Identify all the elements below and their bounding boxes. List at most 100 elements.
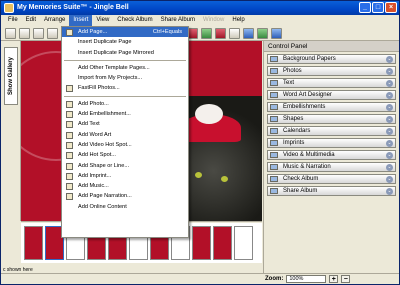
menu-add-video-hot-spot[interactable]: Add Video Hot Spot...	[62, 140, 188, 150]
menu-insert-duplicate-page[interactable]: Insert Duplicate Page	[62, 37, 188, 47]
chevron-down-icon: ⌄	[386, 55, 393, 63]
imprint-icon	[66, 172, 73, 180]
menu-add-text[interactable]: Add Text	[62, 119, 188, 129]
menu-item-label: Add Page Narration...	[78, 193, 132, 200]
menu-fastfill-photos[interactable]: FastFill Photos...	[62, 83, 188, 93]
new-icon[interactable]	[5, 27, 16, 39]
menu-add-photo[interactable]: Add Photo...	[62, 99, 188, 109]
chevron-down-icon: ⌄	[386, 175, 393, 183]
panel-background-papers[interactable]: Background Papers ⌄	[267, 54, 396, 64]
imprints-icon	[270, 140, 278, 146]
panel-item-label: Calendars	[283, 128, 311, 134]
menu-window[interactable]: Window	[199, 15, 228, 26]
panel-word-art-designer[interactable]: Word Art Designer ⌄	[267, 90, 396, 100]
photo-icon	[66, 100, 73, 108]
panel-check-album[interactable]: Check Album ⌄	[267, 174, 396, 184]
zoom-in-button[interactable]: +	[329, 274, 339, 283]
embellishment-icon	[66, 111, 73, 119]
menu-add-hot-spot[interactable]: Add Hot Spot...	[62, 150, 188, 160]
menu-item-label: Add Photo...	[78, 100, 109, 107]
close-button[interactable]: ×	[385, 2, 397, 13]
control-panel: Control Panel Background Papers ⌄ Photos ⌄…	[263, 41, 399, 273]
menu-help[interactable]: Help	[228, 15, 248, 26]
menu-edit[interactable]: Edit	[22, 15, 40, 26]
panel-imprints[interactable]: Imprints ⌄	[267, 138, 396, 148]
preview-icon[interactable]	[243, 27, 254, 39]
panel-item-label: Video & Multimedia	[283, 152, 335, 158]
zoom-control: Zoom: 100% + −	[265, 273, 399, 284]
chevron-down-icon: ⌄	[386, 67, 393, 75]
menu-add-other-template-pages[interactable]: Add Other Template Pages...	[62, 63, 188, 73]
panel-text[interactable]: Text ⌄	[267, 78, 396, 88]
minimize-button[interactable]: _	[359, 2, 371, 13]
crop-icon[interactable]	[229, 27, 240, 39]
show-gallery-tab[interactable]: Show Gallery	[4, 47, 18, 105]
save-icon[interactable]	[33, 27, 44, 39]
insert-menu: Add Page... Ctrl+Equals Insert Duplicate …	[61, 26, 189, 238]
panel-video-multimedia[interactable]: Video & Multimedia ⌄	[267, 150, 396, 160]
maximize-button[interactable]: □	[372, 2, 384, 13]
gallery-sidebar: Show Gallery	[1, 41, 21, 221]
menu-add-online-content[interactable]: Add Online Content	[62, 202, 188, 212]
menu-item-label: Insert Duplicate Page	[78, 39, 132, 46]
embellish-tool-icon[interactable]	[215, 27, 226, 39]
app-window: My Memories Suite™ - Jingle Bell _ □ × F…	[0, 0, 400, 285]
panel-item-label: Check Album	[283, 176, 319, 182]
menu-item-label: Add Word Art	[78, 131, 112, 138]
panel-item-label: Text	[283, 80, 295, 86]
add-page-icon	[66, 29, 73, 36]
panel-item-label: Embellishments	[283, 104, 326, 110]
menu-add-word-art[interactable]: Add Word Art	[62, 130, 188, 140]
window-title: My Memories Suite™ - Jingle Bell	[17, 4, 129, 11]
hot-spot-icon	[66, 152, 73, 160]
menu-add-embellishment[interactable]: Add Embellishment...	[62, 109, 188, 119]
menu-check-album[interactable]: Check Album	[113, 15, 156, 26]
menu-import-projects[interactable]: Import from My Projects...	[62, 73, 188, 83]
menu-share-album[interactable]: Share Album	[157, 15, 199, 26]
menu-add-shape-line[interactable]: Add Shape or Line...	[62, 161, 188, 171]
panel-item-label: Photos	[283, 68, 302, 74]
zoom-label: Zoom:	[265, 275, 284, 282]
share-icon[interactable]	[257, 27, 268, 39]
panel-calendars[interactable]: Calendars ⌄	[267, 126, 396, 136]
menu-add-music[interactable]: Add Music...	[62, 181, 188, 191]
panel-embellishments[interactable]: Embellishments ⌄	[267, 102, 396, 112]
word-art-icon	[66, 131, 73, 139]
chevron-down-icon: ⌄	[386, 163, 393, 171]
page-thumbnail[interactable]	[192, 226, 211, 260]
panel-share-album[interactable]: Share Album ⌄	[267, 186, 396, 196]
chevron-down-icon: ⌄	[386, 127, 393, 135]
panel-shapes[interactable]: Shapes ⌄	[267, 114, 396, 124]
panel-item-label: Music & Narration	[283, 164, 331, 170]
menu-file[interactable]: File	[4, 15, 22, 26]
menu-add-page[interactable]: Add Page... Ctrl+Equals	[62, 27, 188, 38]
menu-item-label: Insert Duplicate Page Mirrored	[78, 49, 154, 56]
menu-add-imprint[interactable]: Add Imprint...	[62, 171, 188, 181]
menu-item-label: Add Other Template Pages...	[78, 64, 150, 71]
zoom-select[interactable]: 100%	[286, 274, 327, 283]
page-thumbnail[interactable]	[234, 226, 253, 260]
shapes-icon	[270, 116, 278, 122]
hat-pompom	[195, 104, 223, 124]
print-icon[interactable]	[47, 27, 58, 39]
zoom-out-button[interactable]: −	[341, 274, 351, 283]
page-thumbnail[interactable]	[213, 226, 232, 260]
menu-arrange[interactable]: Arrange	[40, 15, 69, 26]
menu-insert[interactable]: Insert	[69, 15, 93, 26]
panel-item-label: Background Papers	[283, 56, 336, 62]
panel-music-narration[interactable]: Music & Narration ⌄	[267, 162, 396, 172]
menu-insert-duplicate-mirrored[interactable]: Insert Duplicate Page Mirrored	[62, 48, 188, 58]
open-icon[interactable]	[19, 27, 30, 39]
menu-view[interactable]: View	[92, 15, 113, 26]
check-album-icon	[270, 176, 278, 182]
menu-add-page-narration[interactable]: Add Page Narration...	[62, 191, 188, 201]
page-thumbnail[interactable]	[24, 226, 43, 260]
chevron-down-icon: ⌄	[386, 91, 393, 99]
panel-photos[interactable]: Photos ⌄	[267, 66, 396, 76]
help-icon[interactable]	[271, 27, 282, 39]
photo-tool-icon[interactable]	[201, 27, 212, 39]
narration-icon	[66, 193, 73, 201]
menu-item-label: Add Hot Spot...	[78, 152, 116, 159]
video-icon	[270, 152, 278, 158]
share-album-icon	[270, 188, 278, 194]
